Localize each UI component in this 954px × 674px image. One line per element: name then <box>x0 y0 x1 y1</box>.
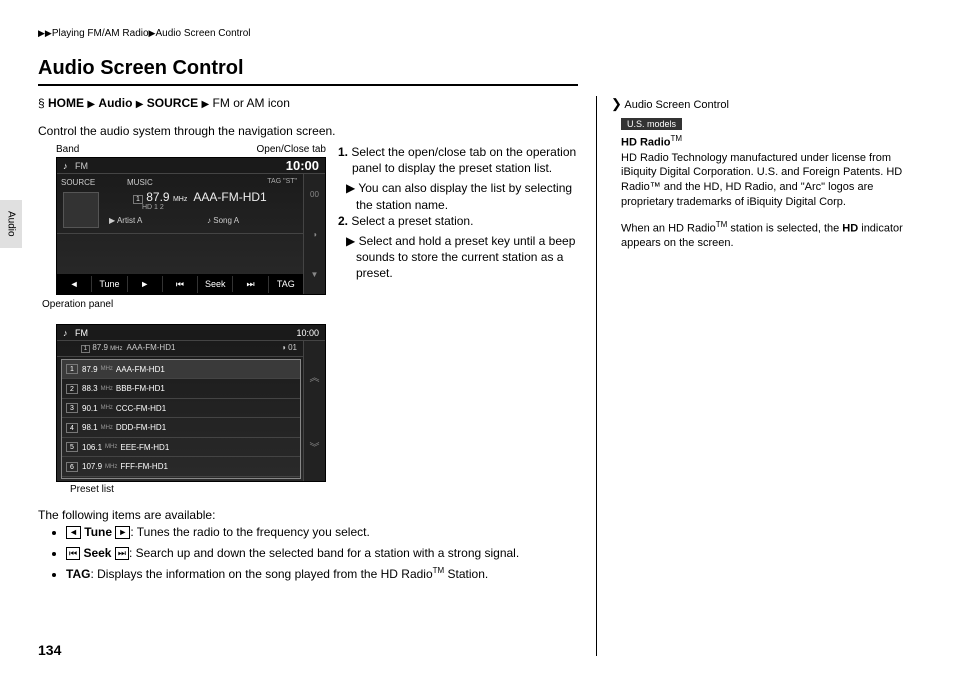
callout-preset-list: Preset list <box>70 484 328 495</box>
hd-indicator: HD 1 2 <box>142 204 164 211</box>
radio-screen-1: ♪ FM 10:00 SOURCE MUSIC TAG "ST" 1 87.9 … <box>56 157 326 295</box>
instructions: 1. Select the open/close tab on the oper… <box>338 144 578 495</box>
seek-next-icon[interactable]: ⏭ <box>233 276 268 293</box>
callout-band: Band <box>56 144 79 155</box>
tune-button[interactable]: Tune <box>92 276 127 292</box>
tag-st: TAG "ST" <box>267 178 297 185</box>
scroll-down-icon[interactable]: ︾ <box>310 439 320 454</box>
preset-list: 187.9MHzAAA-FM-HD1 288.3MHzBBB-FM-HD1 39… <box>61 359 301 479</box>
seek-prev-icon[interactable]: ⏮ <box>163 276 198 293</box>
callout-operation-panel: Operation panel <box>42 299 328 310</box>
music-label: MUSIC <box>127 178 153 187</box>
side-tab-audio: Audio <box>0 200 22 248</box>
tune-left-icon: ◄ <box>66 526 81 539</box>
tune-next-icon[interactable]: ► <box>128 276 163 292</box>
intro-text: Control the audio system through the nav… <box>38 124 578 138</box>
band-label-2: FM <box>75 328 88 338</box>
seek-left-icon: ⏮ <box>66 547 80 560</box>
scroll-up-icon[interactable]: ︽ <box>310 369 320 384</box>
us-models-badge: U.S. models <box>621 118 682 130</box>
tune-right-icon: ► <box>115 526 130 539</box>
album-art <box>63 192 99 228</box>
seek-button[interactable]: Seek <box>198 276 233 292</box>
preset-row[interactable]: 498.1MHzDDD-FM-HD1 <box>62 418 300 437</box>
tune-prev-icon[interactable]: ◄ <box>57 276 92 292</box>
frequency: 1 87.9 MHz AAA-FM-HD1 <box>133 190 267 204</box>
tag-button[interactable]: TAG <box>269 276 303 292</box>
preset-row[interactable]: 6107.9MHzFFF-FM-HD1 <box>62 457 300 476</box>
song-label: ♪ Song A <box>207 216 239 225</box>
available-items: The following items are available: ◄ Tun… <box>38 507 578 583</box>
page-title: Audio Screen Control <box>38 57 578 86</box>
operation-panel: ◄ Tune ► ⏮ Seek ⏭ TAG <box>57 274 303 294</box>
breadcrumb-section: Playing FM/AM Radio <box>52 28 149 39</box>
open-close-tab[interactable]: 00◑▼ <box>303 174 325 294</box>
preset-row[interactable]: 187.9MHzAAA-FM-HD1 <box>62 360 300 379</box>
breadcrumb-sub: Audio Screen Control <box>155 28 250 39</box>
sidebar-heading: ❯ Audio Screen Control <box>611 96 916 112</box>
page-number: 134 <box>38 642 61 658</box>
preset-row[interactable]: 288.3MHzBBB-FM-HD1 <box>62 379 300 398</box>
radio-screen-2: ♪ FM 10:00 1 87.9 MHz AAA-FM-HD1 ◑ 01 ︽︾… <box>56 324 326 482</box>
artist-label: ▶ Artist A <box>109 216 142 225</box>
nav-path: § HOME ▶ Audio ▶ SOURCE ▶ FM or AM icon <box>38 96 578 110</box>
clock-2: 10:00 <box>296 328 319 338</box>
preset-row[interactable]: 5106.1MHzEEE-FM-HD1 <box>62 438 300 457</box>
seek-right-icon: ⏭ <box>115 547 129 560</box>
source-label: SOURCE <box>61 178 95 187</box>
clock: 10:00 <box>286 158 319 173</box>
now-playing: 1 87.9 MHz AAA-FM-HD1 ◑ 01 <box>57 341 325 357</box>
sidebar-para1: HD Radio Technology manufactured under l… <box>621 151 916 210</box>
band-label: FM <box>75 161 88 171</box>
preset-row[interactable]: 390.1MHzCCC-FM-HD1 <box>62 399 300 418</box>
sidebar-para2: When an HD RadioTM station is selected, … <box>621 220 916 251</box>
sidebar: ❯ Audio Screen Control U.S. models HD Ra… <box>596 96 916 656</box>
breadcrumb: ▶▶Playing FM/AM Radio▶Audio Screen Contr… <box>38 28 916 39</box>
callout-open-close: Open/Close tab <box>257 144 327 155</box>
